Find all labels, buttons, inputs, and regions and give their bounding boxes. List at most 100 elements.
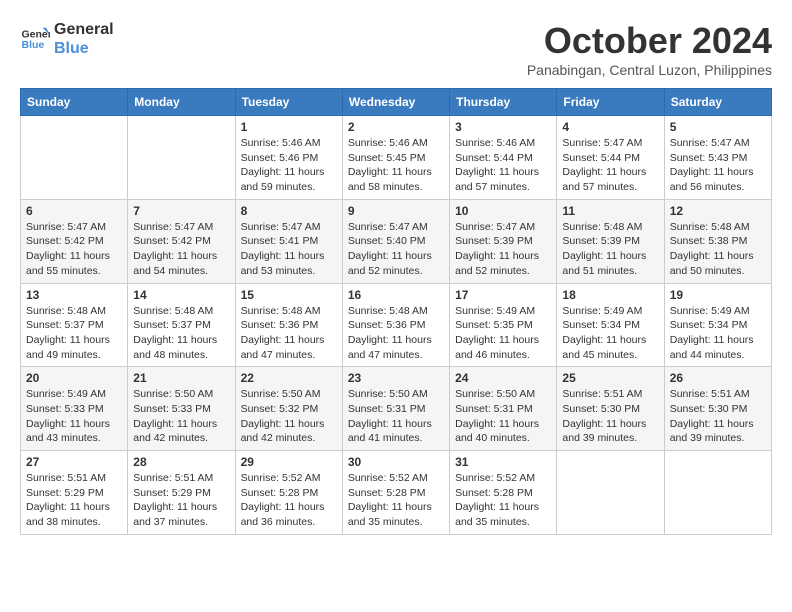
calendar-week-row: 27 Sunrise: 5:51 AM Sunset: 5:29 PM Dayli…: [21, 451, 772, 535]
day-number: 24: [455, 371, 551, 385]
page-header: General Blue General Blue October 2024 P…: [20, 20, 772, 78]
title-block: October 2024 Panabingan, Central Luzon, …: [527, 20, 772, 78]
day-number: 17: [455, 288, 551, 302]
day-number: 1: [241, 120, 337, 134]
calendar-cell: 12 Sunrise: 5:48 AM Sunset: 5:38 PM Dayli…: [664, 199, 771, 283]
day-info: Sunrise: 5:51 AM Sunset: 5:29 PM Dayligh…: [133, 471, 229, 530]
calendar-cell: 1Sunrise: 5:46 AM Sunset: 5:46 PM Daylig…: [235, 116, 342, 200]
calendar-cell: 4Sunrise: 5:47 AM Sunset: 5:44 PM Daylig…: [557, 116, 664, 200]
logo-icon: General Blue: [20, 24, 50, 54]
calendar-cell: 24 Sunrise: 5:50 AM Sunset: 5:31 PM Dayli…: [450, 367, 557, 451]
month-title: October 2024: [527, 20, 772, 62]
day-number: 27: [26, 455, 122, 469]
calendar-cell: 9Sunrise: 5:47 AM Sunset: 5:40 PM Daylig…: [342, 199, 449, 283]
day-number: 21: [133, 371, 229, 385]
calendar-cell: 19 Sunrise: 5:49 AM Sunset: 5:34 PM Dayli…: [664, 283, 771, 367]
day-number: 16: [348, 288, 444, 302]
calendar-cell: 15 Sunrise: 5:48 AM Sunset: 5:36 PM Dayli…: [235, 283, 342, 367]
day-number: 26: [670, 371, 766, 385]
day-info: Sunrise: 5:50 AM Sunset: 5:31 PM Dayligh…: [348, 387, 444, 446]
day-number: 3: [455, 120, 551, 134]
day-info: Sunrise: 5:51 AM Sunset: 5:30 PM Dayligh…: [562, 387, 658, 446]
weekday-header: Sunday: [21, 89, 128, 116]
day-info: Sunrise: 5:46 AM Sunset: 5:45 PM Dayligh…: [348, 136, 444, 195]
calendar-cell: 21 Sunrise: 5:50 AM Sunset: 5:33 PM Dayli…: [128, 367, 235, 451]
calendar-week-row: 20 Sunrise: 5:49 AM Sunset: 5:33 PM Dayli…: [21, 367, 772, 451]
day-info: Sunrise: 5:46 AM Sunset: 5:44 PM Dayligh…: [455, 136, 551, 195]
calendar-cell: 22Sunrise: 5:50 AM Sunset: 5:32 PM Dayli…: [235, 367, 342, 451]
day-info: Sunrise: 5:50 AM Sunset: 5:32 PM Dayligh…: [241, 387, 337, 446]
day-number: 8: [241, 204, 337, 218]
logo-blue: Blue: [54, 39, 114, 58]
day-number: 13: [26, 288, 122, 302]
day-info: Sunrise: 5:48 AM Sunset: 5:37 PM Dayligh…: [26, 304, 122, 363]
day-info: Sunrise: 5:48 AM Sunset: 5:39 PM Dayligh…: [562, 220, 658, 279]
day-info: Sunrise: 5:48 AM Sunset: 5:37 PM Dayligh…: [133, 304, 229, 363]
calendar-cell: 6 Sunrise: 5:47 AM Sunset: 5:42 PM Daylig…: [21, 199, 128, 283]
calendar-cell: 8Sunrise: 5:47 AM Sunset: 5:41 PM Daylig…: [235, 199, 342, 283]
day-info: Sunrise: 5:51 AM Sunset: 5:30 PM Dayligh…: [670, 387, 766, 446]
day-number: 28: [133, 455, 229, 469]
day-number: 20: [26, 371, 122, 385]
calendar-cell: 5 Sunrise: 5:47 AM Sunset: 5:43 PM Daylig…: [664, 116, 771, 200]
day-info: Sunrise: 5:48 AM Sunset: 5:38 PM Dayligh…: [670, 220, 766, 279]
day-info: Sunrise: 5:47 AM Sunset: 5:40 PM Dayligh…: [348, 220, 444, 279]
day-info: Sunrise: 5:50 AM Sunset: 5:31 PM Dayligh…: [455, 387, 551, 446]
day-info: Sunrise: 5:52 AM Sunset: 5:28 PM Dayligh…: [455, 471, 551, 530]
calendar-cell: 7Sunrise: 5:47 AM Sunset: 5:42 PM Daylig…: [128, 199, 235, 283]
day-number: 11: [562, 204, 658, 218]
day-number: 10: [455, 204, 551, 218]
day-info: Sunrise: 5:50 AM Sunset: 5:33 PM Dayligh…: [133, 387, 229, 446]
day-info: Sunrise: 5:51 AM Sunset: 5:29 PM Dayligh…: [26, 471, 122, 530]
day-info: Sunrise: 5:48 AM Sunset: 5:36 PM Dayligh…: [241, 304, 337, 363]
calendar-cell: 13 Sunrise: 5:48 AM Sunset: 5:37 PM Dayli…: [21, 283, 128, 367]
logo: General Blue General Blue: [20, 20, 114, 58]
weekday-header: Friday: [557, 89, 664, 116]
day-number: 5: [670, 120, 766, 134]
day-number: 15: [241, 288, 337, 302]
day-info: Sunrise: 5:49 AM Sunset: 5:34 PM Dayligh…: [670, 304, 766, 363]
calendar-cell: 10 Sunrise: 5:47 AM Sunset: 5:39 PM Dayli…: [450, 199, 557, 283]
weekday-header: Saturday: [664, 89, 771, 116]
calendar-week-row: 6 Sunrise: 5:47 AM Sunset: 5:42 PM Daylig…: [21, 199, 772, 283]
day-info: Sunrise: 5:47 AM Sunset: 5:43 PM Dayligh…: [670, 136, 766, 195]
day-number: 12: [670, 204, 766, 218]
calendar-table: SundayMondayTuesdayWednesdayThursdayFrid…: [20, 88, 772, 535]
weekday-header: Tuesday: [235, 89, 342, 116]
day-number: 18: [562, 288, 658, 302]
day-info: Sunrise: 5:49 AM Sunset: 5:34 PM Dayligh…: [562, 304, 658, 363]
day-number: 30: [348, 455, 444, 469]
day-number: 4: [562, 120, 658, 134]
day-number: 6: [26, 204, 122, 218]
day-number: 23: [348, 371, 444, 385]
calendar-cell: 29Sunrise: 5:52 AM Sunset: 5:28 PM Dayli…: [235, 451, 342, 535]
calendar-cell: 20 Sunrise: 5:49 AM Sunset: 5:33 PM Dayli…: [21, 367, 128, 451]
day-info: Sunrise: 5:47 AM Sunset: 5:39 PM Dayligh…: [455, 220, 551, 279]
location-subtitle: Panabingan, Central Luzon, Philippines: [527, 62, 772, 78]
day-number: 7: [133, 204, 229, 218]
weekday-header-row: SundayMondayTuesdayWednesdayThursdayFrid…: [21, 89, 772, 116]
calendar-cell: [21, 116, 128, 200]
calendar-week-row: 13 Sunrise: 5:48 AM Sunset: 5:37 PM Dayli…: [21, 283, 772, 367]
weekday-header: Wednesday: [342, 89, 449, 116]
weekday-header: Monday: [128, 89, 235, 116]
calendar-cell: 11 Sunrise: 5:48 AM Sunset: 5:39 PM Dayli…: [557, 199, 664, 283]
calendar-cell: 30Sunrise: 5:52 AM Sunset: 5:28 PM Dayli…: [342, 451, 449, 535]
day-info: Sunrise: 5:52 AM Sunset: 5:28 PM Dayligh…: [241, 471, 337, 530]
calendar-cell: 14Sunrise: 5:48 AM Sunset: 5:37 PM Dayli…: [128, 283, 235, 367]
calendar-cell: 18 Sunrise: 5:49 AM Sunset: 5:34 PM Dayli…: [557, 283, 664, 367]
day-info: Sunrise: 5:49 AM Sunset: 5:35 PM Dayligh…: [455, 304, 551, 363]
day-number: 19: [670, 288, 766, 302]
calendar-cell: 3 Sunrise: 5:46 AM Sunset: 5:44 PM Daylig…: [450, 116, 557, 200]
calendar-cell: 31Sunrise: 5:52 AM Sunset: 5:28 PM Dayli…: [450, 451, 557, 535]
calendar-cell: 28 Sunrise: 5:51 AM Sunset: 5:29 PM Dayli…: [128, 451, 235, 535]
calendar-cell: [664, 451, 771, 535]
calendar-cell: 16Sunrise: 5:48 AM Sunset: 5:36 PM Dayli…: [342, 283, 449, 367]
svg-text:Blue: Blue: [22, 39, 45, 51]
calendar-cell: 26 Sunrise: 5:51 AM Sunset: 5:30 PM Dayli…: [664, 367, 771, 451]
weekday-header: Thursday: [450, 89, 557, 116]
day-info: Sunrise: 5:49 AM Sunset: 5:33 PM Dayligh…: [26, 387, 122, 446]
day-number: 25: [562, 371, 658, 385]
day-info: Sunrise: 5:47 AM Sunset: 5:42 PM Dayligh…: [26, 220, 122, 279]
calendar-cell: 17 Sunrise: 5:49 AM Sunset: 5:35 PM Dayli…: [450, 283, 557, 367]
